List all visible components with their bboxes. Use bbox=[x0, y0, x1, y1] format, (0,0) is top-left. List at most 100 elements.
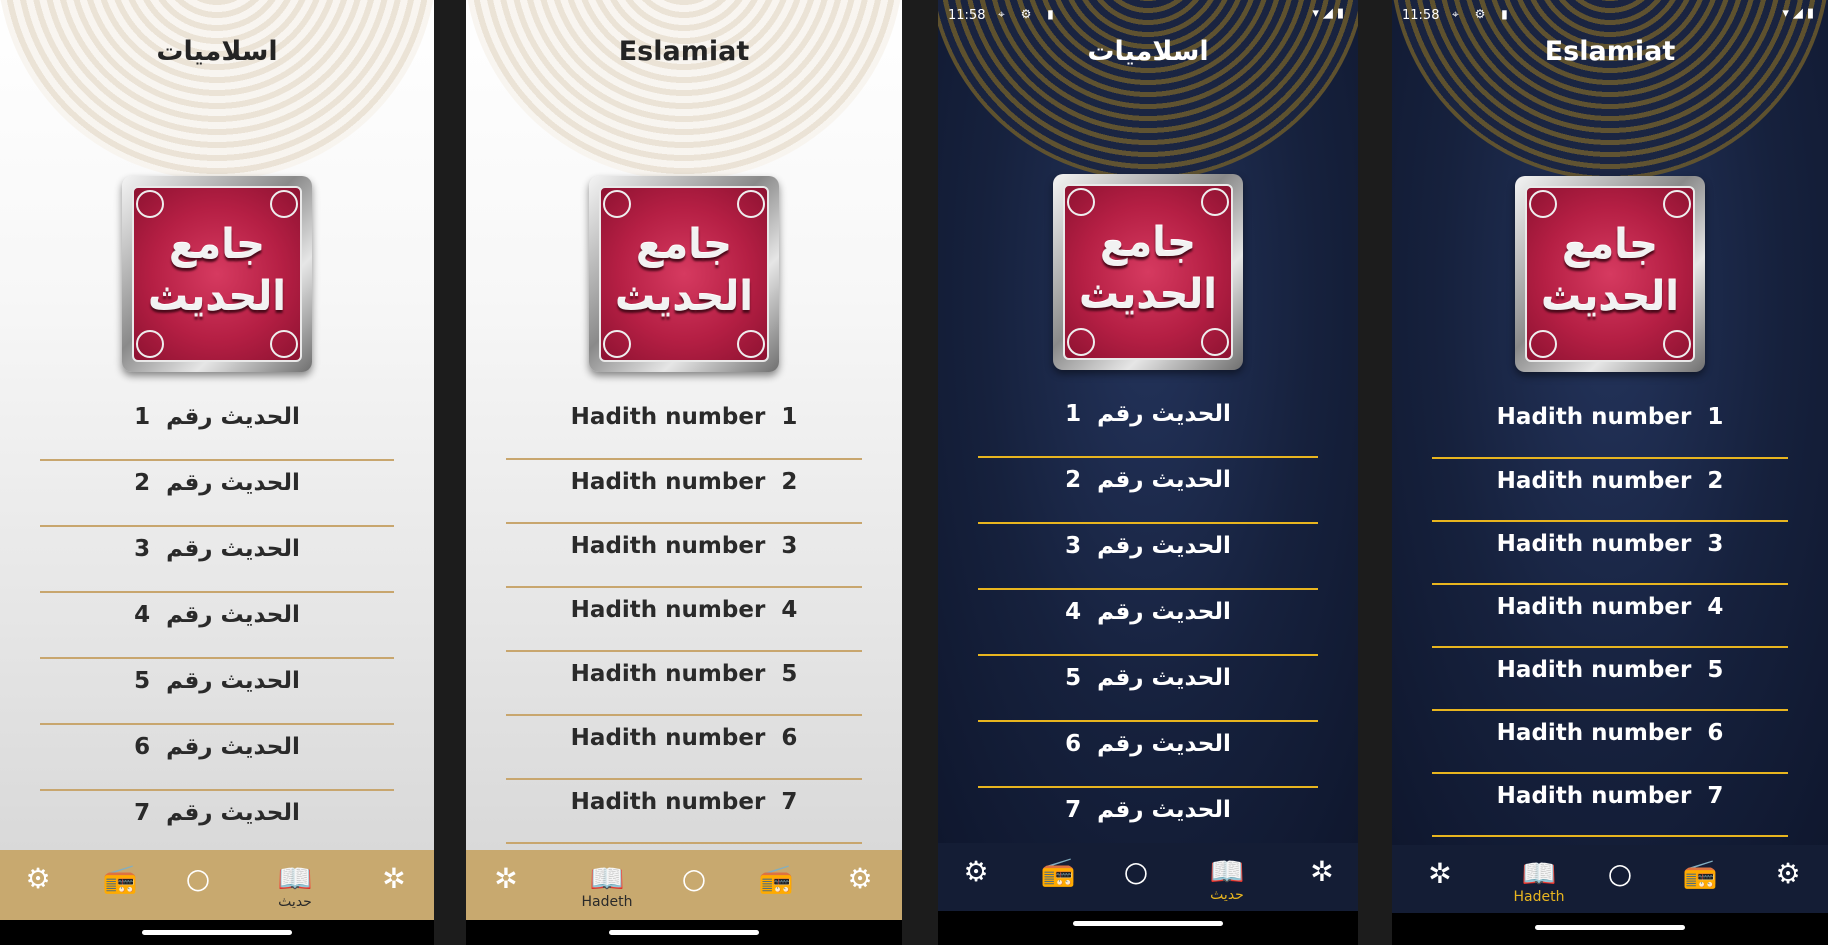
hadith-list-item[interactable]: 6 الحديث رقم bbox=[978, 722, 1318, 788]
screen-background: Eslamiat جامع الحديث Hadith number 1 Had… bbox=[466, 0, 902, 850]
hadith-list-item[interactable]: Hadith number 6 bbox=[506, 716, 862, 780]
nav-settings[interactable]: ⚙ bbox=[950, 843, 1002, 913]
nav-sebha[interactable]: ○ bbox=[170, 850, 226, 920]
hadith-list: 1 الحديث رقم 2 الحديث رقم 3 الحديث رقم 4… bbox=[40, 395, 394, 850]
hadith-list-item[interactable]: Hadith number 4 bbox=[506, 588, 862, 652]
hadith-logo: جامع الحديث bbox=[589, 176, 779, 372]
bottom-navigation: ✲ 📖 Hadeth ○ 📻 ⚙ bbox=[466, 850, 902, 920]
quran-icon: ✲ bbox=[494, 862, 518, 895]
nav-hadeth[interactable]: 📖 حديث bbox=[1190, 843, 1264, 913]
mandala-decoration bbox=[0, 0, 434, 180]
sebha-icon: ○ bbox=[185, 862, 211, 895]
book-icon: 📖 bbox=[277, 862, 313, 895]
status-system-icons: ▾◢▮ bbox=[1782, 6, 1818, 21]
mandala-decoration bbox=[466, 0, 902, 180]
nav-radio[interactable]: 📻 bbox=[1030, 843, 1086, 913]
gear-icon: ⚙ bbox=[1775, 857, 1801, 890]
nav-hadeth[interactable]: 📖 حديث bbox=[258, 850, 332, 920]
nav-sebha[interactable]: ○ bbox=[1592, 845, 1648, 915]
status-notification-icons: ⌖ ⚙ ▮ bbox=[1452, 7, 1514, 21]
sebha-icon: ○ bbox=[681, 862, 707, 895]
bottom-navigation: ⚙ 📻 ○ 📖 حديث ✲ bbox=[938, 843, 1358, 911]
gear-icon: ⚙ bbox=[963, 855, 989, 888]
logo-text-line1: جامع bbox=[1100, 220, 1196, 266]
logo-text-line2: الحديث bbox=[1540, 274, 1680, 320]
page-title: اسلاميات bbox=[1087, 36, 1209, 67]
book-icon: 📖 bbox=[1521, 857, 1557, 890]
nav-settings[interactable]: ⚙ bbox=[10, 850, 66, 920]
hadith-list-item[interactable]: Hadith number 5 bbox=[506, 652, 862, 716]
gesture-bar bbox=[1392, 913, 1828, 945]
radio-icon: 📻 bbox=[1040, 855, 1076, 888]
phone-screen-light-arabic: اسلاميات جامع الحديث 1 الحديث رقم 2 الحد… bbox=[0, 0, 434, 945]
nav-settings[interactable]: ⚙ bbox=[832, 850, 888, 920]
page-title: Eslamiat bbox=[1544, 36, 1676, 67]
hadith-list-item[interactable]: Hadith number 4 bbox=[1432, 585, 1788, 648]
hadith-list-item[interactable]: 3 الحديث رقم bbox=[40, 527, 394, 593]
hadith-list-item[interactable]: Hadith number 1 bbox=[506, 395, 862, 460]
hadith-list-item[interactable]: Hadith number 6 bbox=[1432, 711, 1788, 774]
radio-icon: 📻 bbox=[758, 862, 794, 895]
hadith-logo: جامع الحديث bbox=[122, 176, 312, 372]
hadith-list-item[interactable]: 1 الحديث رقم bbox=[40, 395, 394, 461]
hadith-list-item[interactable]: 2 الحديث رقم bbox=[978, 458, 1318, 524]
radio-icon: 📻 bbox=[102, 862, 138, 895]
page-title: Eslamiat bbox=[618, 36, 750, 67]
status-bar: 11:58 ⌖ ⚙ ▮ ▾◢▮ bbox=[1392, 0, 1828, 30]
hadith-list-item[interactable]: 5 الحديث رقم bbox=[40, 659, 394, 725]
nav-quran[interactable]: ✲ bbox=[1412, 845, 1468, 915]
hadith-list-item[interactable]: 7 الحديث رقم bbox=[40, 791, 394, 850]
hadith-list-item[interactable]: 3 الحديث رقم bbox=[978, 524, 1318, 590]
hadith-list-item[interactable]: 4 الحديث رقم bbox=[40, 593, 394, 659]
hadith-list: Hadith number 1 Hadith number 2 Hadith n… bbox=[1432, 395, 1788, 837]
nav-hadeth-label: حديث bbox=[1210, 887, 1244, 903]
hadith-list-item[interactable]: 5 الحديث رقم bbox=[978, 656, 1318, 722]
logo-text-line2: الحديث bbox=[147, 274, 287, 320]
nav-radio[interactable]: 📻 bbox=[92, 850, 148, 920]
nav-hadeth[interactable]: 📖 Hadeth bbox=[570, 850, 644, 920]
hadith-list-item[interactable]: 7 الحديث رقم bbox=[978, 788, 1318, 843]
hadith-list-item[interactable]: 6 الحديث رقم bbox=[40, 725, 394, 791]
nav-sebha[interactable]: ○ bbox=[666, 850, 722, 920]
nav-hadeth[interactable]: 📖 Hadeth bbox=[1502, 845, 1576, 915]
hadith-list-item[interactable]: Hadith number 2 bbox=[1432, 459, 1788, 522]
nav-hadeth-label: Hadeth bbox=[1513, 889, 1565, 905]
home-indicator[interactable] bbox=[1535, 925, 1685, 930]
sebha-icon: ○ bbox=[1607, 857, 1633, 890]
status-bar: 11:58 ⌖ ⚙ ▮ ▾◢▮ bbox=[938, 0, 1358, 30]
status-system-icons: ▾◢▮ bbox=[1312, 6, 1348, 21]
nav-quran[interactable]: ✲ bbox=[1294, 843, 1350, 913]
hadith-list-item[interactable]: Hadith number 7 bbox=[506, 780, 862, 844]
home-indicator[interactable] bbox=[1073, 921, 1223, 926]
gesture-bar bbox=[0, 920, 434, 945]
nav-radio[interactable]: 📻 bbox=[748, 850, 804, 920]
hadith-list-item[interactable]: Hadith number 5 bbox=[1432, 648, 1788, 711]
nav-quran[interactable]: ✲ bbox=[478, 850, 534, 920]
screen-background: اسلاميات جامع الحديث 1 الحديث رقم 2 الحد… bbox=[0, 0, 434, 850]
nav-hadeth-label: حديث bbox=[278, 894, 312, 910]
hadith-list-item[interactable]: Hadith number 3 bbox=[1432, 522, 1788, 585]
hadith-list-item[interactable]: Hadith number 1 bbox=[1432, 395, 1788, 459]
home-indicator[interactable] bbox=[142, 930, 292, 935]
logo-text-line2: الحديث bbox=[1078, 272, 1218, 318]
hadith-list-item[interactable]: 2 الحديث رقم bbox=[40, 461, 394, 527]
nav-quran[interactable]: ✲ bbox=[366, 850, 422, 920]
nav-settings[interactable]: ⚙ bbox=[1760, 845, 1816, 915]
gesture-bar bbox=[938, 911, 1358, 945]
bottom-navigation: ⚙ 📻 ○ 📖 حديث ✲ bbox=[0, 850, 434, 920]
hadith-list: Hadith number 1 Hadith number 2 Hadith n… bbox=[506, 395, 862, 844]
hadith-list-item[interactable]: 4 الحديث رقم bbox=[978, 590, 1318, 656]
radio-icon: 📻 bbox=[1682, 857, 1718, 890]
nav-sebha[interactable]: ○ bbox=[1108, 843, 1164, 913]
home-indicator[interactable] bbox=[609, 930, 759, 935]
page-title: اسلاميات bbox=[156, 36, 278, 67]
hadith-list-item[interactable]: 1 الحديث رقم bbox=[978, 392, 1318, 458]
gear-icon: ⚙ bbox=[847, 862, 873, 895]
nav-radio[interactable]: 📻 bbox=[1672, 845, 1728, 915]
hadith-list-item[interactable]: Hadith number 3 bbox=[506, 524, 862, 588]
hadith-list-item[interactable]: Hadith number 7 bbox=[1432, 774, 1788, 837]
hadith-list-item[interactable]: Hadith number 2 bbox=[506, 460, 862, 524]
gesture-bar bbox=[466, 920, 902, 945]
book-icon: 📖 bbox=[1209, 855, 1245, 888]
phone-screen-dark-english: 11:58 ⌖ ⚙ ▮ ▾◢▮ Eslamiat جامع الحديث Had… bbox=[1392, 0, 1828, 945]
